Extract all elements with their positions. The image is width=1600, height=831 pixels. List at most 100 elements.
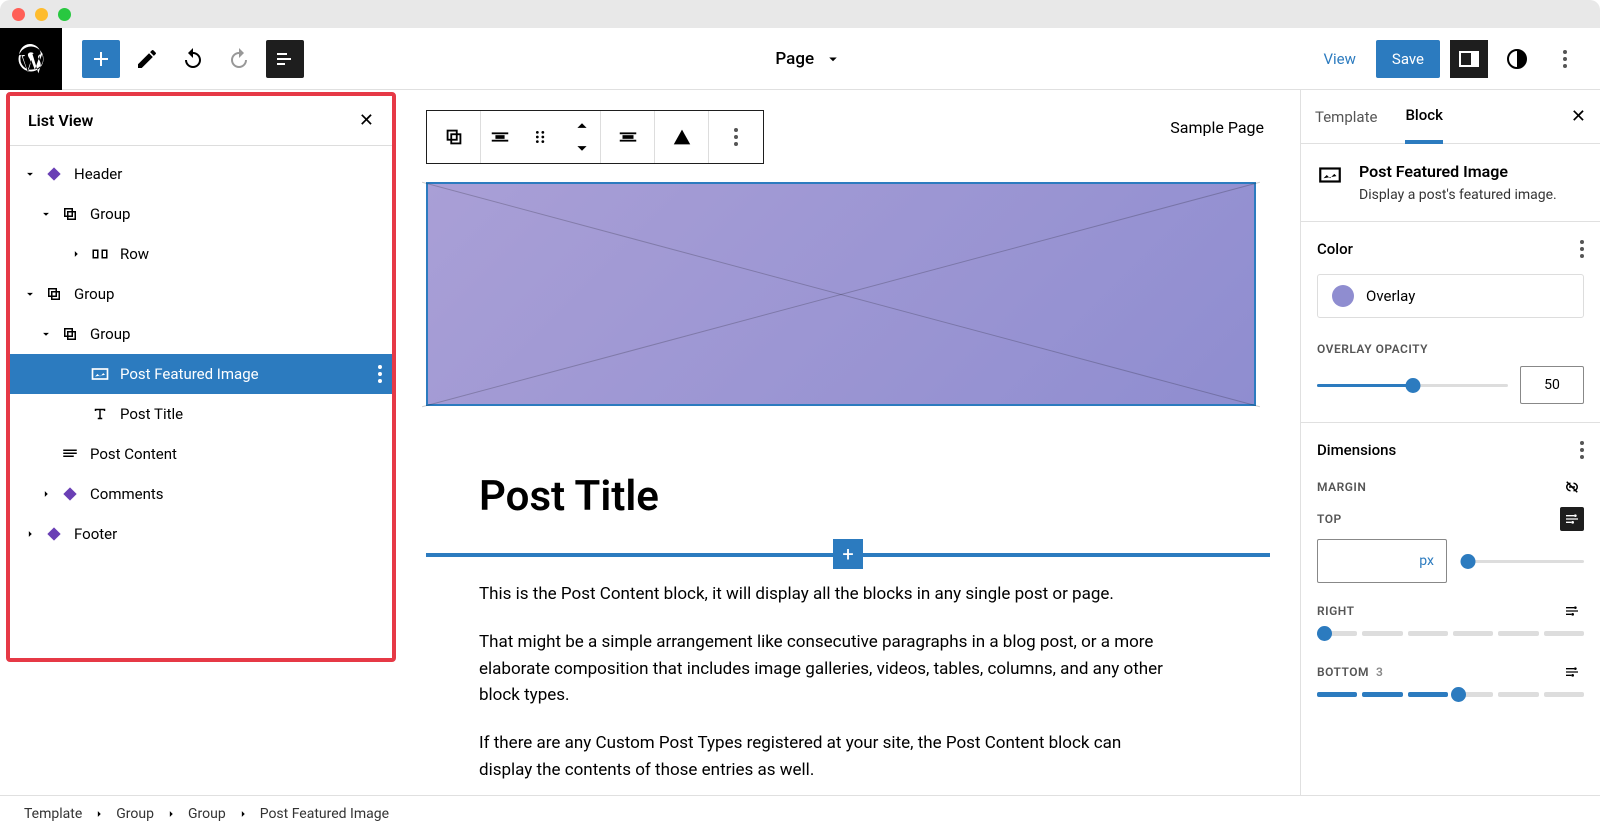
overlay-color-row[interactable]: Overlay — [1317, 274, 1584, 318]
bottom-label: Bottom — [1317, 665, 1369, 679]
tree-item-post-content[interactable]: Post Content — [10, 434, 392, 474]
breadcrumb-item[interactable]: Post Featured Image — [260, 806, 389, 822]
breadcrumb-item[interactable]: Group — [188, 806, 226, 822]
tree-item-group[interactable]: Group — [10, 314, 392, 354]
block-drag-mover[interactable] — [481, 111, 601, 163]
section-title: Color — [1317, 240, 1353, 258]
more-icon — [734, 128, 738, 146]
chevron-down-icon — [23, 287, 37, 301]
chevron-right-icon — [39, 487, 53, 501]
breadcrumb-item[interactable]: Template — [24, 806, 82, 822]
wp-logo[interactable] — [0, 28, 62, 90]
chevron-right-icon — [236, 807, 250, 821]
unlink-sides-button[interactable] — [1560, 475, 1584, 499]
post-title-block[interactable]: Post Title — [479, 472, 1270, 521]
tab-block[interactable]: Block — [1405, 91, 1442, 144]
tree-label: Post Title — [120, 405, 183, 423]
diamond-icon — [42, 164, 66, 184]
tree-item-row[interactable]: Row — [10, 234, 392, 274]
content-paragraph: That might be a simple arrangement like … — [479, 629, 1169, 708]
content-paragraph: If there are any Custom Post Types regis… — [479, 730, 1169, 783]
color-section: Color Overlay Overlay Opacity — [1301, 222, 1600, 423]
block-info: Post Featured Image Display a post's fea… — [1301, 144, 1600, 222]
dimensions-section: Dimensions Margin Top px Right — [1301, 423, 1600, 715]
chevron-right-icon — [23, 527, 37, 541]
tree-label: Group — [90, 325, 130, 343]
nav-link-sample-page[interactable]: Sample Page — [1170, 118, 1264, 137]
editor-canvas[interactable]: Sample Page Post Title + This is the Pos… — [396, 90, 1300, 795]
tab-template[interactable]: Template — [1315, 90, 1377, 143]
block-more-button[interactable] — [709, 111, 763, 163]
custom-value-toggle[interactable] — [1560, 660, 1584, 684]
tree-label: Row — [120, 245, 149, 263]
mac-maximize-dot[interactable] — [58, 8, 71, 21]
drag-handle-icon — [530, 126, 552, 148]
diamond-icon — [42, 524, 66, 544]
styles-button[interactable] — [1498, 40, 1536, 78]
tree-item-comments[interactable]: Comments — [10, 474, 392, 514]
tree-label: Header — [74, 165, 122, 183]
add-block-button[interactable] — [82, 40, 120, 78]
mac-close-dot[interactable] — [12, 8, 25, 21]
tree-item-header[interactable]: Header — [10, 154, 392, 194]
listview-toggle-button[interactable] — [266, 40, 304, 78]
insert-button[interactable]: + — [833, 539, 863, 569]
document-title[interactable]: Page — [304, 49, 1313, 69]
plus-icon — [89, 47, 113, 71]
featured-image-icon — [1317, 162, 1345, 203]
row-icon — [88, 245, 112, 263]
block-type-button[interactable] — [427, 111, 481, 163]
section-options[interactable] — [1580, 240, 1584, 258]
chevron-down-icon — [23, 167, 37, 181]
right-slider[interactable] — [1317, 631, 1584, 636]
tree-item-post-title[interactable]: Post Title — [10, 394, 392, 434]
list-view-close[interactable]: ✕ — [359, 110, 374, 131]
mac-minimize-dot[interactable] — [35, 8, 48, 21]
post-content-block[interactable]: This is the Post Content block, it will … — [479, 581, 1169, 783]
tree-label: Group — [90, 205, 130, 223]
sliders-icon — [1564, 511, 1580, 527]
tree-item-group[interactable]: Group — [10, 194, 392, 234]
duotone-button[interactable] — [655, 111, 709, 163]
pencil-icon — [135, 47, 159, 71]
block-inspector: Template Block ✕ Post Featured Image Dis… — [1300, 90, 1600, 795]
diamond-icon — [58, 484, 82, 504]
sidebar-icon — [1457, 47, 1481, 71]
edit-button[interactable] — [128, 40, 166, 78]
settings-toggle[interactable] — [1450, 40, 1488, 78]
tree-item-group[interactable]: Group — [10, 274, 392, 314]
redo-button[interactable] — [220, 40, 258, 78]
color-swatch — [1332, 285, 1354, 307]
breadcrumb-item[interactable]: Group — [116, 806, 154, 822]
margin-label: Margin — [1317, 480, 1366, 494]
section-options[interactable] — [1580, 441, 1584, 459]
undo-button[interactable] — [174, 40, 212, 78]
list-view-title: List View — [28, 111, 93, 130]
options-button[interactable] — [1546, 40, 1584, 78]
insert-indicator[interactable]: + — [426, 553, 1270, 557]
top-slider[interactable] — [1463, 560, 1584, 563]
bottom-slider[interactable] — [1317, 692, 1584, 697]
view-button[interactable]: View — [1313, 42, 1365, 76]
custom-value-toggle[interactable] — [1560, 599, 1584, 623]
opacity-input[interactable] — [1520, 366, 1584, 404]
tree-item-footer[interactable]: Footer — [10, 514, 392, 554]
unlink-icon — [1563, 478, 1581, 496]
alignment-button[interactable] — [601, 111, 655, 163]
group-icon — [58, 205, 82, 223]
chevron-right-icon — [164, 807, 178, 821]
custom-value-toggle[interactable] — [1560, 507, 1584, 531]
opacity-slider[interactable] — [1317, 384, 1508, 387]
top-value-input[interactable]: px — [1317, 539, 1447, 583]
group-icon — [58, 325, 82, 343]
group-icon — [42, 285, 66, 303]
opacity-label: Overlay Opacity — [1317, 342, 1584, 356]
inspector-close[interactable]: ✕ — [1571, 106, 1586, 127]
tree-item-post-featured-image[interactable]: Post Featured Image — [10, 354, 392, 394]
post-featured-image-block[interactable] — [426, 182, 1256, 406]
right-label: Right — [1317, 604, 1354, 618]
save-button[interactable]: Save — [1376, 40, 1440, 78]
tree-item-options[interactable] — [378, 365, 382, 383]
chevron-down-icon — [39, 327, 53, 341]
more-icon — [1563, 50, 1567, 68]
